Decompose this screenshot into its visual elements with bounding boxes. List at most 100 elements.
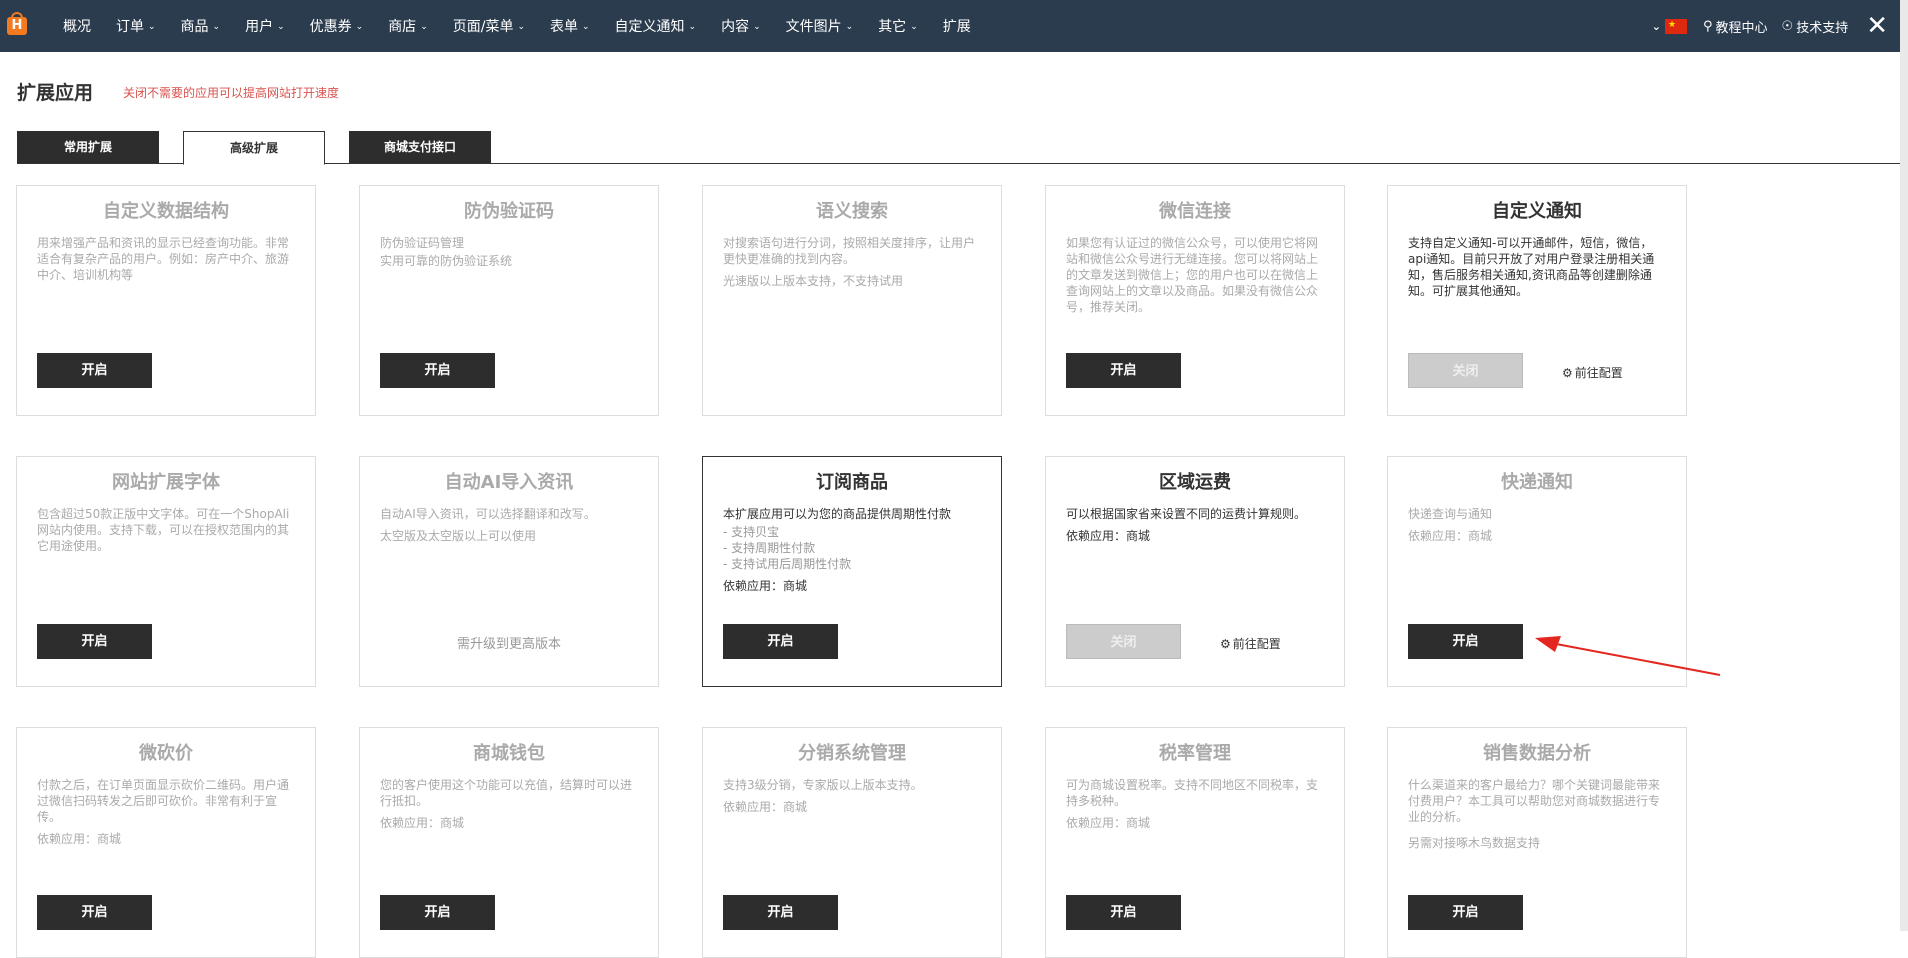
card-description: 自动AI导入资讯，可以选择翻译和改写。 太空版及太空版以上可以使用: [380, 507, 596, 543]
nav-item-others[interactable]: 其它 ⌄: [865, 16, 930, 36]
card-title: 微信连接: [1159, 201, 1231, 222]
search-icon: ⚲: [1702, 18, 1713, 34]
card-title: 快递通知: [1501, 472, 1573, 493]
nav-item-orders[interactable]: 订单 ⌄: [103, 16, 168, 36]
chevron-down-icon: ⌄: [582, 22, 590, 32]
go-config-link[interactable]: ⚙ 前往配置: [1562, 364, 1623, 381]
disable-button[interactable]: 关闭: [1408, 353, 1523, 388]
chevron-down-icon: ⌄: [212, 22, 221, 32]
card-title: 网站扩展字体: [112, 472, 220, 493]
card-description: 快递查询与通知 依赖应用：商城: [1408, 507, 1493, 543]
enable-button[interactable]: 开启: [37, 624, 152, 659]
card-title: 订阅商品: [816, 472, 888, 493]
tutorial-center-link[interactable]: ⚲ 教程中心: [1703, 17, 1768, 36]
enable-button[interactable]: 开启: [380, 895, 495, 930]
card-title: 防伪验证码: [464, 201, 554, 222]
card-description: 什么渠道来的客户最给力？哪个关键词最能带来付费用户？本工具可以帮助您对商城数据进…: [1408, 778, 1661, 850]
card-description: 支持自定义通知-可以开通邮件，短信，微信，api通知。目前只开放了对用户登录注册…: [1408, 236, 1655, 298]
gear-icon: ⚙: [1220, 636, 1231, 651]
chevron-down-icon: ⌄: [420, 22, 428, 32]
nav-item-products[interactable]: 商品 ⌄: [168, 16, 233, 36]
enable-button[interactable]: 开启: [723, 895, 838, 930]
enable-button[interactable]: 开启: [1066, 353, 1181, 388]
disable-button[interactable]: 关闭: [1066, 624, 1181, 659]
tab-payment-interfaces[interactable]: 商城支付接口: [349, 131, 491, 163]
enable-button[interactable]: 开启: [1408, 895, 1523, 930]
nav-item-label: 商店: [388, 19, 417, 35]
nav-item-files-images[interactable]: 文件图片 ⌄: [773, 16, 866, 36]
logo-icon[interactable]: H: [7, 12, 27, 35]
enable-button[interactable]: 开启: [37, 895, 152, 930]
tab-advanced-extensions[interactable]: 高级扩展: [183, 131, 325, 165]
nav-item-label: 订单: [116, 19, 144, 35]
nav-item-label: 商品: [180, 19, 209, 35]
nav-item-extensions[interactable]: 扩展: [930, 16, 983, 36]
card-description: 可以根据国家省来设置不同的运费计算规则。 依赖应用：商城: [1066, 507, 1307, 543]
card-mall-wallet: 商城钱包 您的客户使用这个功能可以充值，结算时可以进行抵扣。 依赖应用：商城 开启: [359, 727, 659, 958]
nav-item-forms[interactable]: 表单 ⌄: [537, 16, 602, 36]
nav-item-label: 表单: [550, 19, 578, 35]
nav-item-store[interactable]: 商店 ⌄: [375, 16, 440, 36]
nav-item-label: 优惠券: [309, 19, 352, 35]
card-title: 销售数据分析: [1483, 743, 1591, 764]
nav-item-label: 扩展: [942, 19, 971, 35]
card-regional-shipping: 区域运费 可以根据国家省来设置不同的运费计算规则。 依赖应用：商城 关闭 ⚙ 前往配…: [1045, 456, 1345, 687]
nav-item-coupons[interactable]: 优惠券 ⌄: [297, 16, 376, 36]
enable-button[interactable]: 开启: [723, 624, 838, 659]
close-icon[interactable]: ✕: [1866, 11, 1888, 41]
scrollbar[interactable]: [1900, 0, 1908, 931]
nav-item-label: 用户: [245, 19, 274, 35]
feature-item: - 支持贝宝: [723, 525, 780, 539]
card-website-fonts: 网站扩展字体 包含超过50款正版中文字体。可在一个ShopAli网站内使用。支持…: [16, 456, 316, 687]
card-auto-ai-import: 自动AI导入资讯 自动AI导入资讯，可以选择翻译和改写。 太空版及太空版以上可以使…: [359, 456, 659, 687]
card-description: 可为商城设置税率。支持不同地区不同税率，支持多税种。 依赖应用：商城: [1066, 778, 1319, 830]
nav-item-label: 自定义通知: [614, 19, 685, 35]
main-menu: 概况 订单 ⌄ 商品 ⌄ 用户 ⌄ 优惠券 ⌄ 商店 ⌄ 页面/菜单 ⌄ 表单 ⌄ 自定义通知…: [50, 0, 983, 52]
tech-support-label: 技术支持: [1796, 20, 1849, 36]
page-title: 扩展应用: [17, 82, 94, 104]
card-title: 区域运费: [1159, 472, 1231, 493]
nav-item-label: 页面/菜单: [452, 19, 514, 35]
globe-icon: ☉: [1781, 18, 1794, 34]
chevron-down-icon: ⌄: [688, 22, 697, 32]
feature-item: - 支持周期性付款: [723, 541, 816, 555]
nav-item-label: 概况: [63, 19, 91, 35]
language-chevron-icon[interactable]: ⌄: [1652, 20, 1661, 33]
gear-icon: ⚙: [1562, 365, 1573, 380]
card-description: 如果您有认证过的微信公众号，可以使用它将网站和微信公众号进行无缝连接。您可以将网…: [1066, 236, 1319, 314]
card-title: 语义搜索: [816, 201, 888, 222]
card-description: 您的客户使用这个功能可以充值，结算时可以进行抵扣。 依赖应用：商城: [380, 778, 633, 830]
nav-item-users[interactable]: 用户 ⌄: [232, 16, 297, 36]
enable-button[interactable]: 开启: [1408, 624, 1523, 659]
enable-button[interactable]: 开启: [1066, 895, 1181, 930]
card-sales-analytics: 销售数据分析 什么渠道来的客户最给力？哪个关键词最能带来付费用户？本工具可以帮助…: [1387, 727, 1687, 958]
card-title: 自定义数据结构: [103, 201, 229, 222]
card-semantic-search: 语义搜索 对搜索语句进行分词，按照相关度排序，让用户更快更准确的找到内容。 光速版…: [702, 185, 1002, 416]
enable-button[interactable]: 开启: [37, 353, 152, 388]
card-subscription-products: 订阅商品 本扩展应用可以为您的商品提供周期性付款 - 支持贝宝 - 支持周期性付…: [702, 456, 1002, 687]
card-title: 自动AI导入资讯: [444, 472, 574, 493]
card-description: 支持3级分销，专家版以上版本支持。 依赖应用：商城: [723, 778, 923, 814]
nav-item-pages-menus[interactable]: 页面/菜单 ⌄: [440, 16, 537, 36]
go-config-link[interactable]: ⚙ 前往配置: [1220, 635, 1281, 652]
top-navbar: H 概况 订单 ⌄ 商品 ⌄ 用户 ⌄ 优惠券 ⌄ 商店 ⌄ 页面/菜单 ⌄ 表单 ⌄ 自定义…: [0, 0, 1908, 52]
card-description: 本扩展应用可以为您的商品提供周期性付款 - 支持贝宝 - 支持周期性付款 - 支…: [723, 506, 981, 594]
chevron-down-icon: ⌄: [277, 22, 285, 32]
nav-item-overview[interactable]: 概况: [50, 16, 103, 36]
chevron-down-icon: ⌄: [148, 22, 156, 32]
nav-item-label: 其它: [878, 19, 907, 35]
china-flag-icon[interactable]: [1664, 18, 1687, 34]
card-custom-notification: 自定义通知 支持自定义通知-可以开通邮件，短信，微信，api通知。目前只开放了对…: [1387, 185, 1687, 416]
card-description: 对搜索语句进行分词，按照相关度排序，让用户更快更准确的找到内容。 光速版以上版本支…: [723, 236, 976, 288]
card-title: 微砍价: [139, 743, 193, 764]
nav-item-label: 内容: [721, 19, 750, 35]
go-config-label: 前往配置: [1232, 637, 1281, 651]
card-distribution-system: 分销系统管理 支持3级分销，专家版以上版本支持。 依赖应用：商城 开启: [702, 727, 1002, 958]
nav-item-content[interactable]: 内容 ⌄: [708, 16, 773, 36]
tech-support-link[interactable]: ☉ 技术支持: [1782, 17, 1849, 36]
tab-common-extensions[interactable]: 常用扩展: [17, 131, 159, 163]
enable-button[interactable]: 开启: [380, 353, 495, 388]
card-tax-rate: 税率管理 可为商城设置税率。支持不同地区不同税率，支持多税种。 依赖应用：商城 开…: [1045, 727, 1345, 958]
chevron-down-icon: ⌄: [355, 22, 364, 32]
nav-item-custom-notify[interactable]: 自定义通知 ⌄: [602, 16, 709, 36]
